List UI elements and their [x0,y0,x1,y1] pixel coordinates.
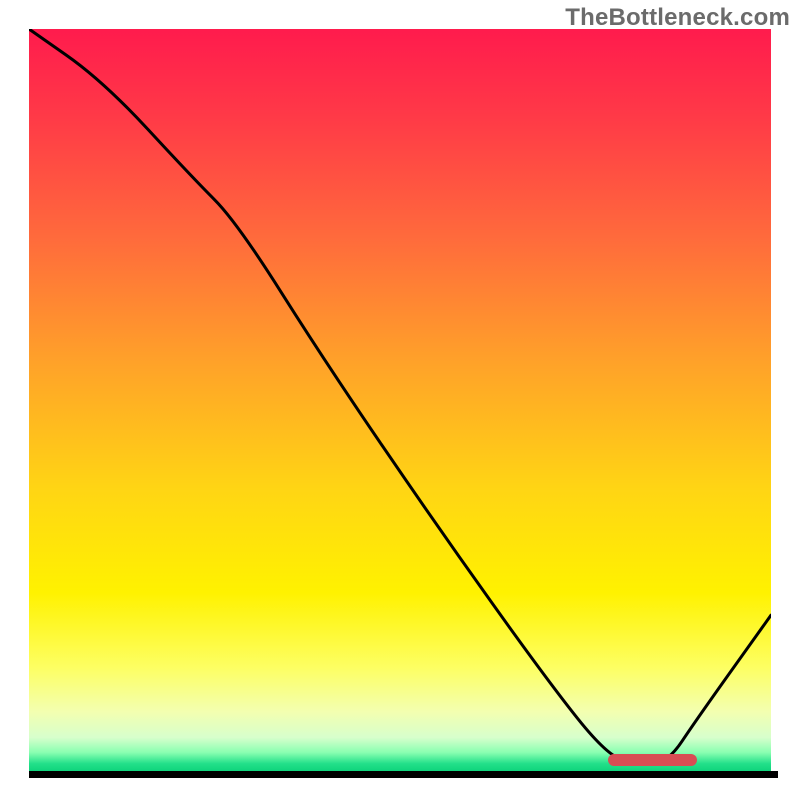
watermark-text: TheBottleneck.com [565,4,790,32]
gradient-background [29,29,771,771]
plot-area [29,29,771,771]
plot-svg [29,29,771,771]
chart-root: TheBottleneck.com [0,0,800,800]
x-axis [29,771,778,778]
optimal-range-marker [608,754,697,766]
